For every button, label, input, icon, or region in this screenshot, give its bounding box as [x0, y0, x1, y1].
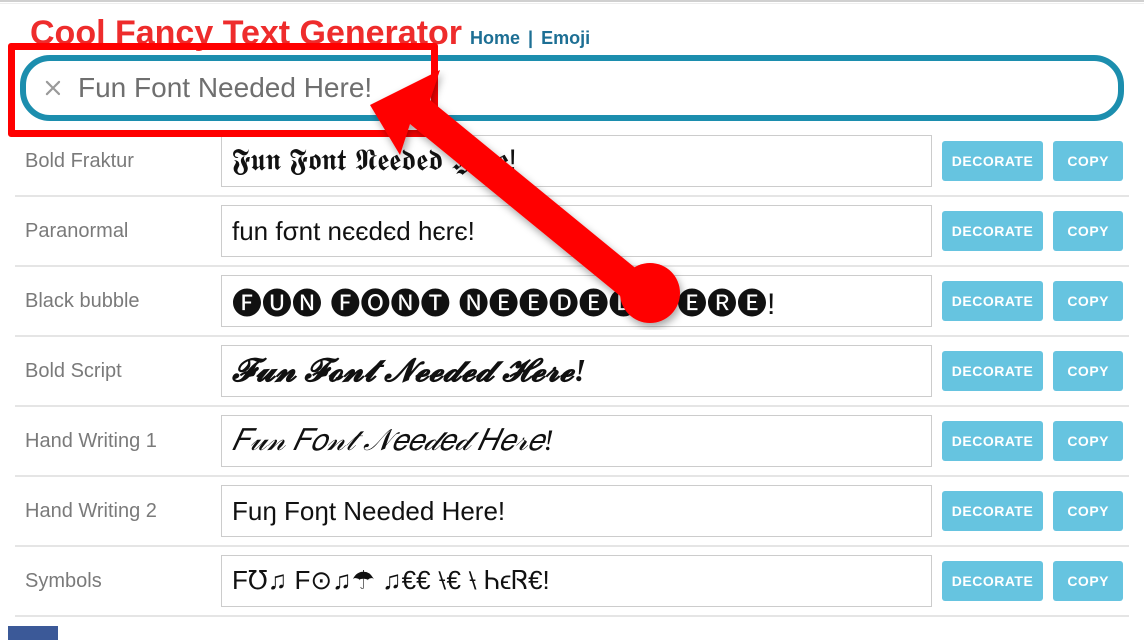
copy-button[interactable]: COPY	[1053, 211, 1123, 251]
decorate-button[interactable]: DECORATE	[942, 141, 1044, 181]
nav-emoji[interactable]: Emoji	[541, 28, 590, 49]
copy-button[interactable]: COPY	[1053, 491, 1123, 531]
font-row: Bold Fraktur 𝕱𝖚𝖓 𝕱𝖔𝖓𝖙 𝕹𝖊𝖊𝖉𝖊𝖉 𝕳𝖊𝖗𝖊! DECOR…	[15, 127, 1129, 197]
font-name: Hand Writing 1	[21, 430, 211, 453]
font-row: Symbols F℧♫ F⊙♫☂ ♫€€ ⧷€ ⧷ ᏂϵᏒ€! DECORATE…	[15, 547, 1129, 617]
font-output[interactable]: 🅕🅤🅝 🅕🅞🅝🅣 🅝🅔🅔🅓🅔🅓 🅗🅔🅡🅔!	[221, 275, 932, 327]
font-name: Black bubble	[21, 290, 211, 313]
font-output[interactable]: F℧♫ F⊙♫☂ ♫€€ ⧷€ ⧷ ᏂϵᏒ€!	[221, 555, 932, 607]
nav-separator: |	[528, 28, 533, 49]
copy-button[interactable]: COPY	[1053, 351, 1123, 391]
font-name: Hand Writing 2	[21, 500, 211, 523]
copy-button[interactable]: COPY	[1053, 561, 1123, 601]
font-row: Black bubble 🅕🅤🅝 🅕🅞🅝🅣 🅝🅔🅔🅓🅔🅓 🅗🅔🅡🅔! DECOR…	[15, 267, 1129, 337]
decorate-button[interactable]: DECORATE	[942, 421, 1044, 461]
font-output[interactable]: fun fσnt nєєdєd hєrє!	[221, 205, 932, 257]
page-title: Cool Fancy Text Generator	[30, 14, 462, 53]
font-name: Bold Script	[21, 360, 211, 383]
font-row: Hand Writing 2 Fuŋ Foŋt Needed Here! DEC…	[15, 477, 1129, 547]
font-output[interactable]: 𝐹𝓊𝓃 𝐹𝑜𝓃𝓉 𝒩𝑒𝑒𝒹𝑒𝒹 𝐻𝑒𝓇𝑒!	[221, 415, 932, 467]
font-row: Hand Writing 1 𝐹𝓊𝓃 𝐹𝑜𝓃𝓉 𝒩𝑒𝑒𝒹𝑒𝒹 𝐻𝑒𝓇𝑒! DEC…	[15, 407, 1129, 477]
font-output[interactable]: Fuŋ Foŋt Needed Here!	[221, 485, 932, 537]
copy-button[interactable]: COPY	[1053, 281, 1123, 321]
nav-home[interactable]: Home	[470, 28, 520, 49]
font-name: Paranormal	[21, 220, 211, 243]
decorate-button[interactable]: DECORATE	[942, 281, 1044, 321]
font-list: Bold Fraktur 𝕱𝖚𝖓 𝕱𝖔𝖓𝖙 𝕹𝖊𝖊𝖉𝖊𝖉 𝕳𝖊𝖗𝖊! DECOR…	[0, 127, 1144, 617]
decorate-button[interactable]: DECORATE	[942, 211, 1044, 251]
font-row: Bold Script 𝓕𝓾𝓷 𝓕𝓸𝓷𝓽 𝓝𝓮𝓮𝓭𝓮𝓭 𝓗𝓮𝓻𝓮! DECORA…	[15, 337, 1129, 407]
font-row: Paranormal fun fσnt nєєdєd hєrє! DECORAT…	[15, 197, 1129, 267]
decorate-button[interactable]: DECORATE	[942, 351, 1044, 391]
footer-stub	[8, 626, 58, 640]
decorate-button[interactable]: DECORATE	[942, 561, 1044, 601]
font-name: Symbols	[21, 570, 211, 593]
copy-button[interactable]: COPY	[1053, 421, 1123, 461]
decorate-button[interactable]: DECORATE	[942, 491, 1044, 531]
font-name: Bold Fraktur	[21, 150, 211, 173]
copy-button[interactable]: COPY	[1053, 141, 1123, 181]
font-output[interactable]: 𝕱𝖚𝖓 𝕱𝖔𝖓𝖙 𝕹𝖊𝖊𝖉𝖊𝖉 𝕳𝖊𝖗𝖊!	[221, 135, 932, 187]
font-output[interactable]: 𝓕𝓾𝓷 𝓕𝓸𝓷𝓽 𝓝𝓮𝓮𝓭𝓮𝓭 𝓗𝓮𝓻𝓮!	[221, 345, 932, 397]
clear-input-icon[interactable]	[40, 75, 66, 101]
input-container	[20, 55, 1124, 121]
text-input[interactable]	[76, 71, 1104, 105]
header: Cool Fancy Text Generator Home | Emoji	[0, 14, 1144, 55]
